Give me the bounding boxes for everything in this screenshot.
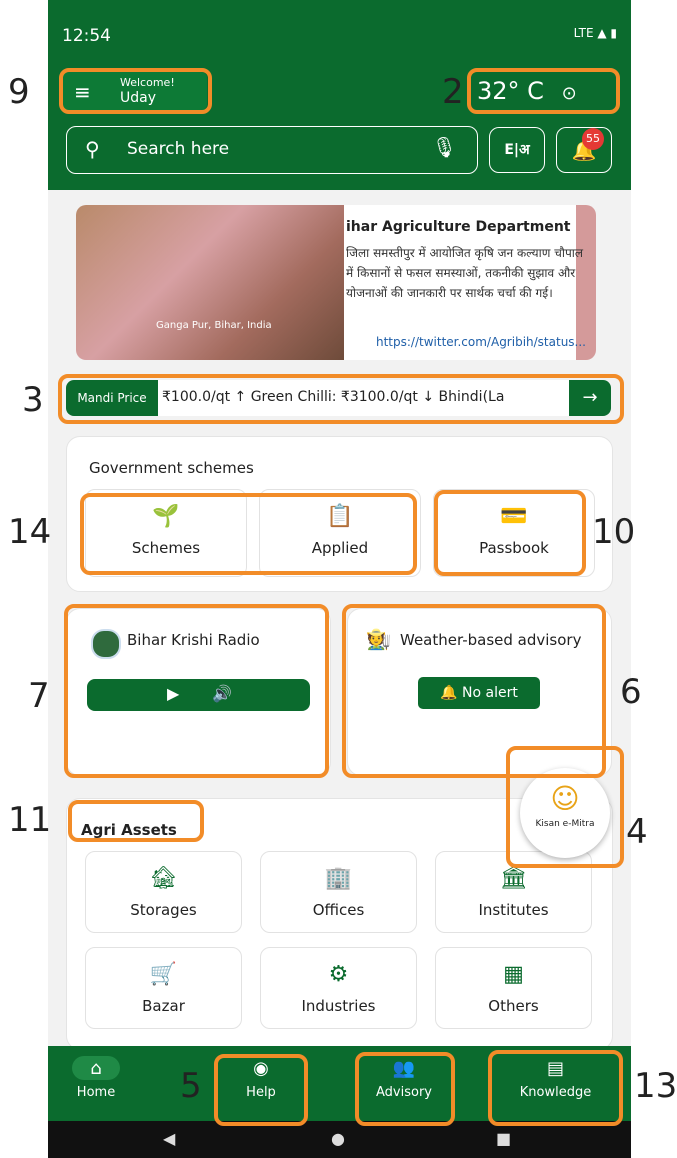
annotation-number: 4 <box>626 812 648 852</box>
tile-label: Industries <box>301 997 376 1015</box>
fab-label: Kisan e-Mitra <box>535 819 595 829</box>
bazar-tile[interactable]: 🛒 Bazar <box>85 947 242 1029</box>
no-alert-button[interactable]: 🔔 No alert <box>418 677 540 709</box>
storage-icon: 🏚 <box>149 866 178 891</box>
radio-title: Bihar Krishi Radio <box>127 631 260 649</box>
language-toggle-button[interactable]: E|अ <box>489 127 545 173</box>
institutes-tile[interactable]: 🏛 Institutes <box>435 851 592 933</box>
tile-label: Others <box>488 997 539 1015</box>
banner-photo: Ganga Pur, Bihar, India <box>76 205 344 360</box>
tile-label: Applied <box>311 539 369 557</box>
nav-label: Home <box>76 1085 116 1100</box>
tile-label: Offices <box>312 901 365 919</box>
play-icon[interactable]: ▶ <box>167 684 179 703</box>
government-schemes-card: Government schemes 🌱 Schemes 📋 Applied 💳… <box>66 436 613 592</box>
annotation-number: 11 <box>8 800 52 840</box>
status-icons: LTE ▲ ▮ <box>573 26 617 40</box>
storages-tile[interactable]: 🏚 Storages <box>85 851 242 933</box>
nav-help[interactable]: ◉ Help <box>220 1058 302 1110</box>
recents-icon[interactable]: ■ <box>496 1129 511 1148</box>
bazar-icon: 🛒 <box>149 962 178 987</box>
radio-player: ▶ 🔊 <box>87 679 310 711</box>
welcome-label: Welcome! <box>120 76 175 89</box>
hamburger-icon: ≡ <box>74 80 91 104</box>
status-time: 12:54 <box>62 26 111 46</box>
home-circle-icon[interactable]: ● <box>331 1129 345 1148</box>
radio-card: Bihar Krishi Radio ▶ 🔊 <box>66 608 331 776</box>
section-title: Agri Assets <box>81 821 177 839</box>
clipboard-icon: 📋 <box>326 504 354 529</box>
radio-logo <box>91 629 121 659</box>
annotation-number: 2 <box>442 72 464 112</box>
plant-icon: 🌱 <box>152 504 180 529</box>
others-tile[interactable]: ▦ Others <box>435 947 592 1029</box>
chevron-down-icon: ⊙ <box>561 83 577 104</box>
grid-icon: ▦ <box>503 962 524 987</box>
weather-advisory-card: 🧑‍🌾 Weather-based advisory 🔔 No alert <box>347 608 612 776</box>
search-input[interactable]: ⚲ Search here 🎙 <box>66 126 478 174</box>
knowledge-icon: ▤ <box>546 1058 564 1079</box>
temperature-dropdown[interactable]: 32° C ⊙ <box>477 72 617 110</box>
system-nav-bar: ◀ ● ■ <box>48 1121 631 1158</box>
annotation-number: 10 <box>592 512 636 552</box>
advisory-icon: 👥 <box>392 1058 416 1079</box>
annotation-number: 6 <box>620 672 642 712</box>
help-icon: ◉ <box>253 1058 269 1079</box>
annotation-number: 13 <box>634 1066 677 1106</box>
nav-advisory[interactable]: 👥 Advisory <box>358 1058 450 1110</box>
news-banner[interactable]: Ganga Pur, Bihar, India ihar Agriculture… <box>76 205 596 360</box>
user-name: Uday <box>120 90 156 106</box>
bottom-navigation: ⌂ Home ◉ Help 👥 Advisory ▤ Knowledge <box>48 1046 631 1121</box>
tile-label: Bazar <box>142 997 185 1015</box>
photo-caption: Ganga Pur, Bihar, India <box>156 320 272 331</box>
home-icon: ⌂ <box>90 1058 102 1079</box>
back-icon[interactable]: ◀ <box>163 1129 175 1148</box>
schemes-tile[interactable]: 🌱 Schemes <box>85 489 247 577</box>
kisan-e-mitra-button[interactable]: ☺ Kisan e-Mitra <box>520 768 610 858</box>
banner-text: जिला समस्तीपुर में आयोजित कृषि जन कल्याण… <box>346 246 584 300</box>
industries-tile[interactable]: ⚙ Industries <box>260 947 417 1029</box>
volume-icon[interactable]: 🔊 <box>212 684 232 703</box>
building-icon: 🏢 <box>324 866 353 891</box>
nav-label: Help <box>246 1085 276 1100</box>
menu-button[interactable]: ≡ Welcome! Uday <box>62 72 207 110</box>
institute-icon: 🏛 <box>499 866 528 891</box>
temperature-value: 32° C <box>477 77 544 105</box>
nav-home[interactable]: ⌂ Home <box>68 1058 124 1110</box>
nav-label: Advisory <box>376 1085 432 1100</box>
nav-label: Knowledge <box>519 1085 592 1100</box>
ticker-text: ₹100.0/qt ↑ Green Chilli: ₹3100.0/qt ↓ B… <box>162 389 505 405</box>
chatbot-icon: ☺ <box>550 782 580 815</box>
offices-tile[interactable]: 🏢 Offices <box>260 851 417 933</box>
search-placeholder: Search here <box>127 139 230 159</box>
nav-knowledge[interactable]: ▤ Knowledge <box>493 1058 618 1110</box>
mandi-price-label: Mandi Price <box>66 380 158 416</box>
annotation-number: 3 <box>22 380 44 420</box>
arrow-right-icon[interactable]: → <box>569 380 611 416</box>
annotation-number: 14 <box>8 512 52 552</box>
notification-badge: 55 <box>582 128 604 150</box>
applied-tile[interactable]: 📋 Applied <box>259 489 421 577</box>
tile-label: Schemes <box>131 539 201 557</box>
app-header: 12:54 LTE ▲ ▮ ≡ Welcome! Uday 32° C ⊙ ⚲ … <box>48 0 631 190</box>
passbook-tile[interactable]: 💳 Passbook <box>433 489 595 577</box>
advisory-icon: 🧑‍🌾 <box>366 627 391 651</box>
section-title: Government schemes <box>89 459 254 477</box>
annotation-number: 5 <box>180 1066 202 1106</box>
mic-icon[interactable]: 🎙 <box>432 135 457 159</box>
gear-icon: ⚙ <box>328 962 349 987</box>
tile-label: Storages <box>130 901 197 919</box>
tile-label: Passbook <box>479 539 549 557</box>
mandi-price-ticker[interactable]: Mandi Price ₹100.0/qt ↑ Green Chilli: ₹3… <box>66 380 611 416</box>
tile-label: Institutes <box>478 901 549 919</box>
annotation-number: 7 <box>28 676 50 716</box>
card-icon: 💳 <box>500 504 528 529</box>
phone-screen: 12:54 LTE ▲ ▮ ≡ Welcome! Uday 32° C ⊙ ⚲ … <box>48 0 631 1158</box>
annotation-number: 9 <box>8 72 30 112</box>
search-icon: ⚲ <box>85 137 100 161</box>
banner-link[interactable]: https://twitter.com/Agribih/status... <box>376 335 586 349</box>
advisory-title: Weather-based advisory <box>400 631 582 649</box>
banner-title: ihar Agriculture Department <box>346 219 571 235</box>
